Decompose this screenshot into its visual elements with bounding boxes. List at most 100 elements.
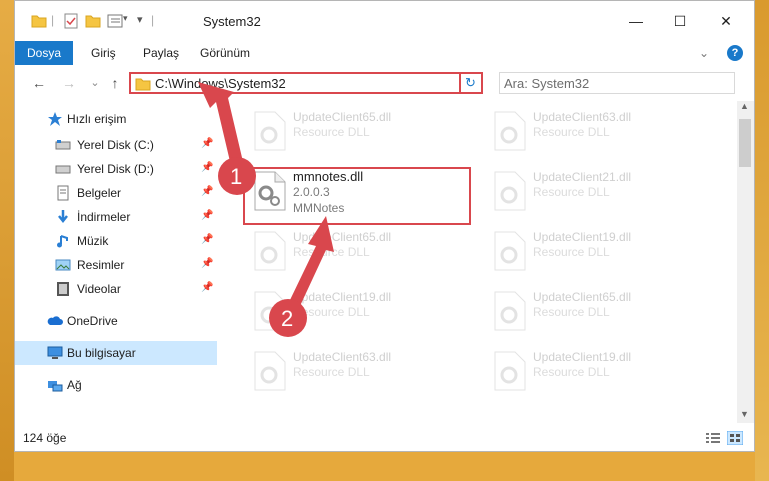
download-icon — [58, 210, 68, 224]
back-button[interactable]: ← — [29, 73, 49, 93]
separator: | — [51, 13, 55, 27]
sidebar-item-label: Müzik — [77, 234, 109, 248]
separator: | — [151, 13, 155, 27]
scroll-up-icon[interactable]: ▲ — [740, 101, 749, 111]
address-bar[interactable]: C:\Windows\System32 ↻ — [129, 72, 483, 94]
view-options-icon[interactable] — [107, 13, 123, 29]
dll-file-icon — [494, 111, 526, 151]
file-type: Resource DLL — [533, 185, 610, 199]
sidebar-item-quick-access[interactable]: Hızlı erişim — [15, 107, 217, 131]
file-name: UpdateClient65.dll — [293, 110, 392, 124]
sidebar-item-onedrive[interactable]: OneDrive — [15, 309, 217, 333]
tiles-view-icon[interactable] — [727, 431, 743, 445]
properties-icon[interactable] — [63, 13, 79, 29]
star-icon — [48, 112, 62, 126]
file-name: UpdateClient65.dll — [293, 230, 392, 244]
list-item[interactable]: UpdateClient63.dll Resource DLL — [243, 345, 473, 397]
sidebar-item-documents[interactable]: Belgeler 📌 — [15, 181, 217, 205]
folder-icon — [31, 15, 47, 28]
search-placeholder: Ara: System32 — [504, 76, 590, 91]
list-item[interactable]: UpdateClient65.dll Resource DLL — [483, 285, 713, 337]
sidebar-item-label: Ağ — [67, 378, 82, 392]
close-button[interactable]: ✕ — [711, 9, 741, 33]
chevron-down-icon[interactable]: ▾ — [123, 13, 128, 29]
sidebar-item-label: Yerel Disk (D:) — [77, 162, 154, 176]
dll-file-icon — [254, 351, 286, 391]
sidebar-item-label: Resimler — [77, 258, 125, 272]
desktop-background-right — [755, 0, 769, 481]
dll-file-icon — [494, 231, 526, 271]
dll-file-icon — [254, 111, 286, 151]
navigation-pane: Hızlı erişim Yerel Disk (C:) 📌 Yerel Dis… — [15, 101, 217, 423]
sidebar-item-downloads[interactable]: İndirmeler 📌 — [15, 205, 217, 229]
drive-icon — [55, 140, 71, 150]
separator — [459, 72, 461, 92]
file-type: Resource DLL — [533, 305, 610, 319]
minimize-button[interactable]: — — [621, 9, 651, 33]
pin-icon: 📌 — [201, 162, 214, 173]
list-item[interactable]: UpdateClient65.dll Resource DLL — [243, 105, 473, 157]
vertical-scrollbar[interactable]: ▲ ▼ — [737, 101, 754, 423]
details-view-icon[interactable] — [705, 431, 721, 445]
tab-file[interactable]: Dosya — [15, 41, 74, 65]
sidebar-item-label: OneDrive — [67, 314, 118, 328]
address-path: C:\Windows\System32 — [155, 76, 286, 91]
maximize-button[interactable]: ☐ — [665, 9, 695, 33]
pin-icon: 📌 — [201, 258, 214, 269]
desktop-background-left — [0, 0, 14, 481]
forward-button[interactable]: → — [59, 73, 79, 93]
sidebar-item-pictures[interactable]: Resimler 📌 — [15, 253, 217, 277]
file-list: UpdateClient65.dll Resource DLL UpdateCl… — [217, 101, 737, 423]
search-input[interactable]: Ara: System32 — [499, 72, 735, 94]
sidebar-item-local-disk-c[interactable]: Yerel Disk (C:) 📌 — [15, 133, 217, 157]
ribbon-tabs: Dosya Giriş Paylaş Görünüm ⌄ ? — [15, 41, 754, 65]
scrollbar-thumb[interactable] — [739, 119, 751, 167]
tab-home[interactable]: Giriş — [81, 41, 126, 65]
expand-ribbon-icon[interactable]: ⌄ — [699, 41, 709, 65]
dll-file-icon — [254, 291, 286, 331]
file-name: UpdateClient65.dll — [533, 290, 632, 304]
sidebar-item-label: Belgeler — [77, 186, 122, 200]
sidebar-item-videos[interactable]: Videolar 📌 — [15, 277, 217, 301]
list-item[interactable]: UpdateClient65.dll Resource DLL — [243, 225, 473, 277]
list-item[interactable]: UpdateClient21.dll Resource DLL — [483, 165, 713, 217]
help-icon[interactable]: ? — [727, 45, 743, 61]
tab-view[interactable]: Görünüm — [190, 41, 260, 65]
video-icon — [57, 282, 69, 296]
file-type: Resource DLL — [293, 125, 370, 139]
file-type: Resource DLL — [533, 125, 610, 139]
title-bar[interactable]: | ▾ ▾ | System32 — ☐ ✕ — [15, 1, 754, 41]
address-row: ← → ⌄ ↑ C:\Windows\System32 ↻ Ara: Syste… — [15, 65, 754, 101]
pin-icon: 📌 — [201, 186, 214, 197]
sidebar-item-label: Hızlı erişim — [67, 112, 127, 126]
list-item[interactable]: UpdateClient19.dll Resource DLL — [483, 225, 713, 277]
list-item[interactable]: UpdateClient19.dll Resource DLL — [483, 345, 713, 397]
customize-toolbar-icon[interactable]: ▾ — [137, 13, 143, 29]
file-type: Resource DLL — [293, 305, 370, 319]
pin-icon: 📌 — [201, 210, 214, 221]
sidebar-item-this-pc[interactable]: Bu bilgisayar — [15, 341, 217, 365]
sidebar-item-local-disk-d[interactable]: Yerel Disk (D:) 📌 — [15, 157, 217, 181]
tab-share[interactable]: Paylaş — [133, 41, 189, 65]
file-type: Resource DLL — [533, 245, 610, 259]
recent-locations-button[interactable]: ⌄ — [85, 73, 105, 93]
file-name: UpdateClient63.dll — [533, 110, 632, 124]
status-bar: 124 öğe — [15, 423, 754, 451]
file-name: UpdateClient19.dll — [533, 350, 632, 364]
list-item[interactable]: UpdateClient63.dll Resource DLL — [483, 105, 713, 157]
music-icon — [57, 235, 68, 248]
computer-icon — [47, 346, 63, 359]
file-highlight-box — [243, 167, 471, 225]
new-folder-icon[interactable] — [85, 13, 101, 29]
network-icon — [48, 381, 63, 392]
dll-file-icon — [494, 351, 526, 391]
scroll-down-icon[interactable]: ▼ — [740, 409, 749, 419]
window-title: System32 — [203, 14, 261, 29]
sidebar-item-network[interactable]: Ağ — [15, 373, 217, 397]
refresh-icon[interactable]: ↻ — [465, 75, 476, 91]
list-item[interactable]: UpdateClient19.dll Resource DLL — [243, 285, 473, 337]
item-count: 124 öğe — [23, 431, 67, 445]
cloud-icon — [47, 316, 63, 325]
up-button[interactable]: ↑ — [105, 73, 125, 93]
sidebar-item-music[interactable]: Müzik 📌 — [15, 229, 217, 253]
